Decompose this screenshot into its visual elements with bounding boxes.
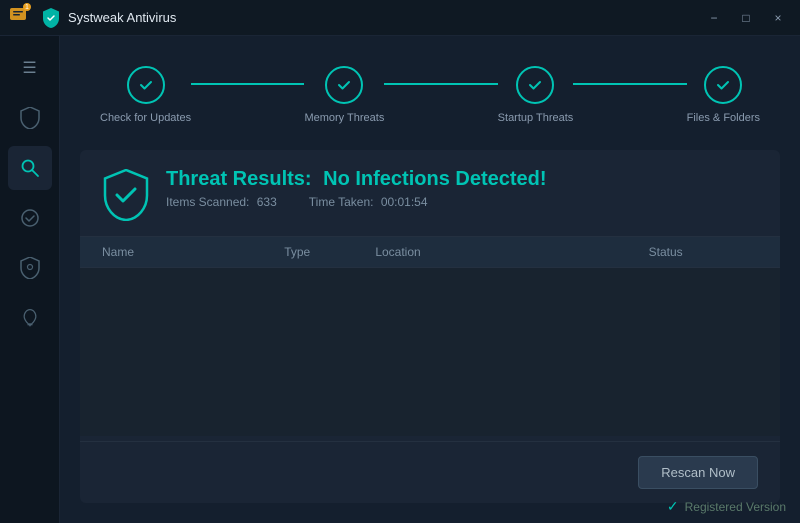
col-name: Name [102,245,284,259]
col-status: Status [649,245,758,259]
step-circle-startup-threats [516,66,554,104]
items-scanned-label: Items Scanned: [166,195,249,209]
col-type: Type [284,245,375,259]
search-icon [20,158,40,178]
results-title-static: Threat Results: [166,168,312,190]
rescan-button[interactable]: Rescan Now [638,456,758,489]
step-line-2 [384,83,497,85]
shield-settings-icon [20,257,40,279]
titlebar: 1 Systweak Antivirus − □ × [0,0,800,36]
results-header: Threat Results: No Infections Detected! … [80,150,780,237]
registered-text: Registered Version [685,500,786,514]
step-memory-threats: Memory Threats [304,66,384,124]
titlebar-left: 1 Systweak Antivirus [8,5,700,30]
results-card: Threat Results: No Infections Detected! … [80,150,780,503]
table-body [80,268,780,436]
checkmark-icon [20,208,40,228]
time-taken-value: 00:01:54 [381,195,428,209]
step-circle-memory-threats [325,66,363,104]
sidebar: ☰ [0,36,60,523]
statusbar: ✓ Registered Version [667,498,786,515]
results-footer: Rescan Now [80,441,780,503]
step-label-memory-threats: Memory Threats [304,112,384,124]
shield-check-icon [103,169,149,221]
content-area: Check for Updates Memory Threats [60,36,800,523]
app-logo [42,8,60,28]
titlebar-controls: − □ × [700,4,792,32]
results-title-dynamic: No Infections Detected! [323,168,546,190]
check-icon-2 [336,77,352,93]
step-line-1 [191,83,304,85]
check-icon-3 [527,77,543,93]
time-taken-label: Time Taken: [309,195,374,209]
rocket-icon [20,307,40,329]
results-table: Name Type Location Status [80,237,780,441]
items-scanned-value: 633 [257,195,277,209]
shield-success-icon [102,168,150,222]
results-title: Threat Results: No Infections Detected! [166,168,547,191]
step-circle-files-folders [704,66,742,104]
col-location: Location [375,245,648,259]
step-label-check-updates: Check for Updates [100,112,191,124]
steps-progress: Check for Updates Memory Threats [80,56,780,134]
shield-icon [20,107,40,129]
table-header: Name Type Location Status [80,237,780,268]
time-taken: Time Taken: 00:01:54 [309,195,428,209]
results-meta: Items Scanned: 633 Time Taken: 00:01:54 [166,195,547,209]
step-startup-threats: Startup Threats [498,66,574,124]
sidebar-menu-button[interactable]: ☰ [8,46,52,90]
registered-check-icon: ✓ [667,498,679,515]
step-label-files-folders: Files & Folders [687,112,760,124]
hamburger-icon: ☰ [22,58,36,78]
notification-icon[interactable]: 1 [8,5,28,30]
step-check-updates: Check for Updates [100,66,191,124]
main-layout: ☰ [0,36,800,523]
maximize-button[interactable]: □ [732,4,760,32]
steps-row: Check for Updates Memory Threats [100,66,760,124]
check-icon-4 [715,77,731,93]
app-title: Systweak Antivirus [68,10,176,25]
items-scanned: Items Scanned: 633 [166,195,277,209]
sidebar-item-scan[interactable] [8,146,52,190]
sidebar-item-protection[interactable] [8,96,52,140]
sidebar-item-check[interactable] [8,196,52,240]
step-circle-check-updates [127,66,165,104]
close-button[interactable]: × [764,4,792,32]
step-label-startup-threats: Startup Threats [498,112,574,124]
sidebar-item-shield-settings[interactable] [8,246,52,290]
step-files-folders: Files & Folders [687,66,760,124]
results-text: Threat Results: No Infections Detected! … [166,168,547,209]
notification-badge: 1 [23,3,31,11]
sidebar-item-speedup[interactable] [8,296,52,340]
step-line-3 [573,83,686,85]
check-icon [138,77,154,93]
minimize-button[interactable]: − [700,4,728,32]
